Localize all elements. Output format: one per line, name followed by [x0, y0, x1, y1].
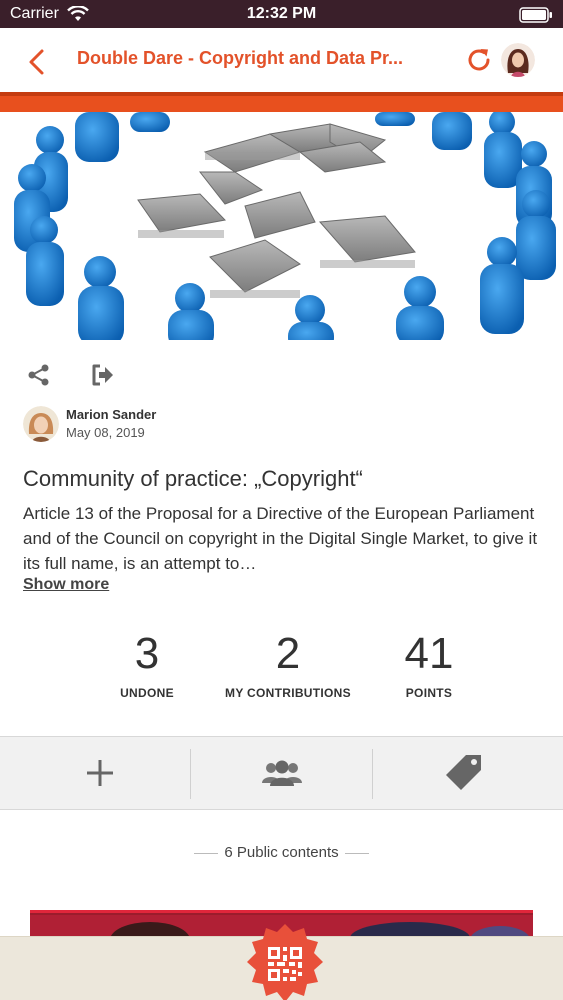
- action-toolbar: [0, 736, 563, 810]
- nav-bar: Double Dare - Copyright and Data Pr...: [0, 28, 563, 92]
- article-title: Community of practice: „Copyright“: [23, 466, 363, 491]
- qr-scan-button[interactable]: [243, 922, 327, 1000]
- public-contents-header: 6 Public contents: [0, 844, 563, 861]
- puzzle-people-illustration: [0, 112, 563, 340]
- stat-points: 41 POINTS: [344, 628, 514, 700]
- clock: 12:32 PM: [246, 5, 317, 22]
- article-description: Article 13 of the Proposal for a Directi…: [23, 504, 538, 573]
- back-icon[interactable]: [20, 44, 56, 80]
- members-button[interactable]: [188, 737, 375, 809]
- stat-label: POINTS: [405, 686, 453, 700]
- divider-line: [344, 852, 369, 854]
- status-bar: Carrier 12:32 PM: [0, 0, 563, 28]
- battery-icon: [519, 7, 552, 23]
- leave-icon[interactable]: [90, 362, 116, 388]
- hero-image: [0, 112, 563, 340]
- divider-line: [194, 852, 219, 854]
- share-icon[interactable]: [26, 362, 52, 388]
- accent-bar-shadow: [0, 92, 563, 96]
- stat-value: 41: [404, 629, 454, 678]
- tag-icon: [445, 755, 481, 790]
- author-name: Marion Sander: [66, 407, 157, 422]
- group-icon: [261, 760, 302, 786]
- post-date: May 08, 2019: [66, 425, 145, 440]
- show-more-link[interactable]: Show more: [23, 576, 109, 594]
- user-avatar[interactable]: [501, 43, 535, 77]
- public-contents-label: 6 Public contents: [224, 844, 339, 861]
- author-avatar: [23, 406, 59, 442]
- page-title: Double Dare - Copyright and Data Pr...: [77, 48, 404, 68]
- plus-icon: [86, 760, 113, 786]
- refresh-icon[interactable]: [462, 43, 496, 77]
- tags-button[interactable]: [370, 737, 557, 809]
- add-content-button[interactable]: [6, 737, 193, 809]
